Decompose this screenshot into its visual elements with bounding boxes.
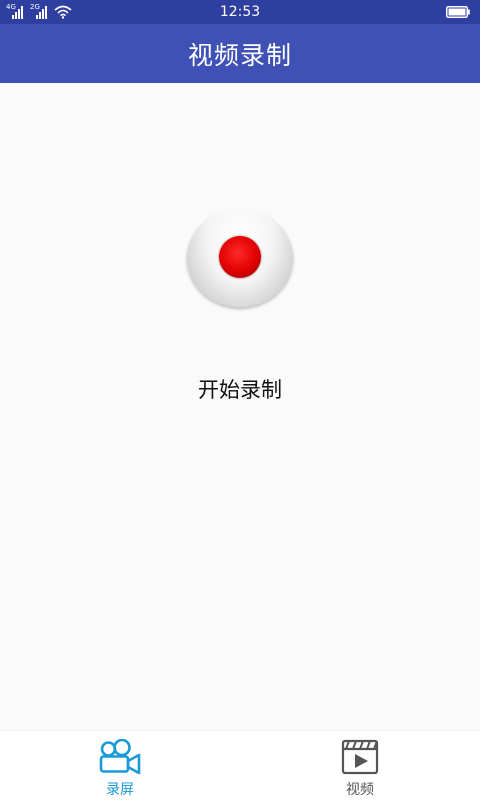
tab-screen-record[interactable]: 录屏 bbox=[60, 731, 180, 800]
tab-label: 视频 bbox=[346, 782, 374, 798]
status-time: 12:53 bbox=[219, 4, 261, 20]
start-recording-label: 开始录制 bbox=[198, 378, 282, 402]
bottom-tab-bar: 录屏 视频 bbox=[0, 730, 480, 800]
record-button-icon bbox=[219, 236, 261, 278]
tab-videos[interactable]: 视频 bbox=[300, 731, 420, 800]
tab-label: 录屏 bbox=[106, 782, 134, 798]
battery-icon bbox=[446, 6, 470, 18]
video-file-icon bbox=[341, 739, 379, 775]
video-camera-icon bbox=[99, 739, 141, 775]
page-title: 视频录制 bbox=[187, 40, 292, 70]
record-button[interactable] bbox=[187, 209, 293, 307]
status-bar: 4G 2G 12:53 bbox=[0, 0, 480, 24]
app-bar: 视频录制 bbox=[0, 24, 480, 83]
main-content: 开始录制 bbox=[0, 83, 480, 730]
